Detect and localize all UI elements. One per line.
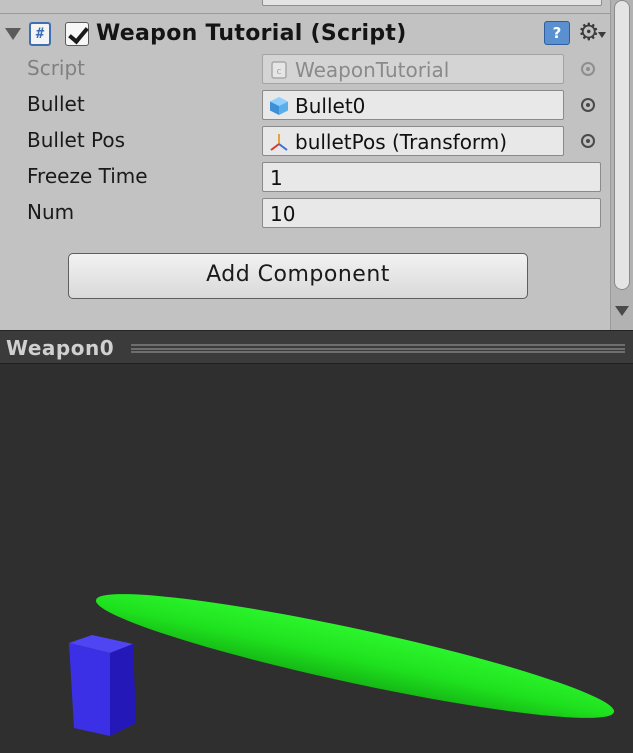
preview-drag-handle[interactable]	[131, 344, 625, 353]
svg-text:c: c	[277, 67, 282, 77]
bullet-pos-value: bulletPos (Transform)	[295, 130, 508, 154]
gear-dropdown-caret-icon	[598, 32, 606, 38]
preview-scene	[69, 594, 615, 736]
script-label: Script	[27, 56, 86, 80]
inspector-scrollbar[interactable]	[610, 0, 633, 330]
num-label: Num	[27, 200, 75, 224]
script-field: c WeaponTutorial	[262, 54, 564, 84]
prefab-cube-icon	[270, 97, 288, 115]
preview-viewport[interactable]	[0, 364, 633, 753]
component-title: Weapon Tutorial (Script)	[96, 21, 407, 46]
num-input[interactable]: 10	[262, 198, 601, 228]
bullet-capsule	[95, 594, 615, 718]
script-object-picker-icon	[581, 62, 595, 76]
bullet-pos-field[interactable]: bulletPos (Transform)	[262, 126, 564, 156]
script-value: WeaponTutorial	[295, 58, 450, 82]
bullet-value: Bullet0	[295, 94, 366, 118]
field-row-bullet: Bullet Bullet0	[0, 86, 610, 122]
field-row-bullet-pos: Bullet Pos bulletPos (Transform)	[0, 122, 610, 158]
freeze-time-input[interactable]: 1	[262, 162, 601, 192]
add-component-button[interactable]: Add Component	[68, 253, 528, 299]
scroll-down-arrow-icon[interactable]	[615, 306, 629, 316]
bullet-label: Bullet	[27, 92, 85, 116]
scrollbar-thumb[interactable]	[614, 0, 630, 290]
transform-axes-icon	[270, 134, 288, 151]
bullet-pos-label: Bullet Pos	[27, 128, 126, 152]
freeze-time-label: Freeze Time	[27, 164, 148, 188]
bullet-object-picker-icon[interactable]	[581, 98, 595, 112]
field-row-script: Script c WeaponTutorial	[0, 50, 610, 86]
field-row-num: Num 10	[0, 194, 610, 230]
gear-icon[interactable]: ⚙	[578, 17, 600, 47]
bullet-field[interactable]: Bullet0	[262, 90, 564, 120]
field-row-freeze-time: Freeze Time 1	[0, 158, 610, 194]
help-icon[interactable]: ?	[544, 21, 570, 45]
component-header[interactable]: # Weapon Tutorial (Script) ? ⚙	[0, 14, 610, 54]
previous-component-field	[262, 0, 602, 6]
inspector-panel: # Weapon Tutorial (Script) ? ⚙ Script c …	[0, 0, 633, 330]
component-enabled-checkbox[interactable]	[65, 22, 89, 46]
bullet-pos-object-picker-icon[interactable]	[581, 134, 595, 148]
weapon-cube	[69, 635, 136, 736]
preview-header[interactable]: Weapon0	[0, 330, 633, 364]
script-file-icon: c	[271, 61, 287, 79]
foldout-arrow-icon[interactable]	[5, 28, 21, 40]
freeze-time-value: 1	[270, 166, 283, 190]
preview-title: Weapon0	[6, 336, 115, 360]
num-value: 10	[270, 202, 296, 226]
cs-script-icon: #	[29, 22, 51, 46]
